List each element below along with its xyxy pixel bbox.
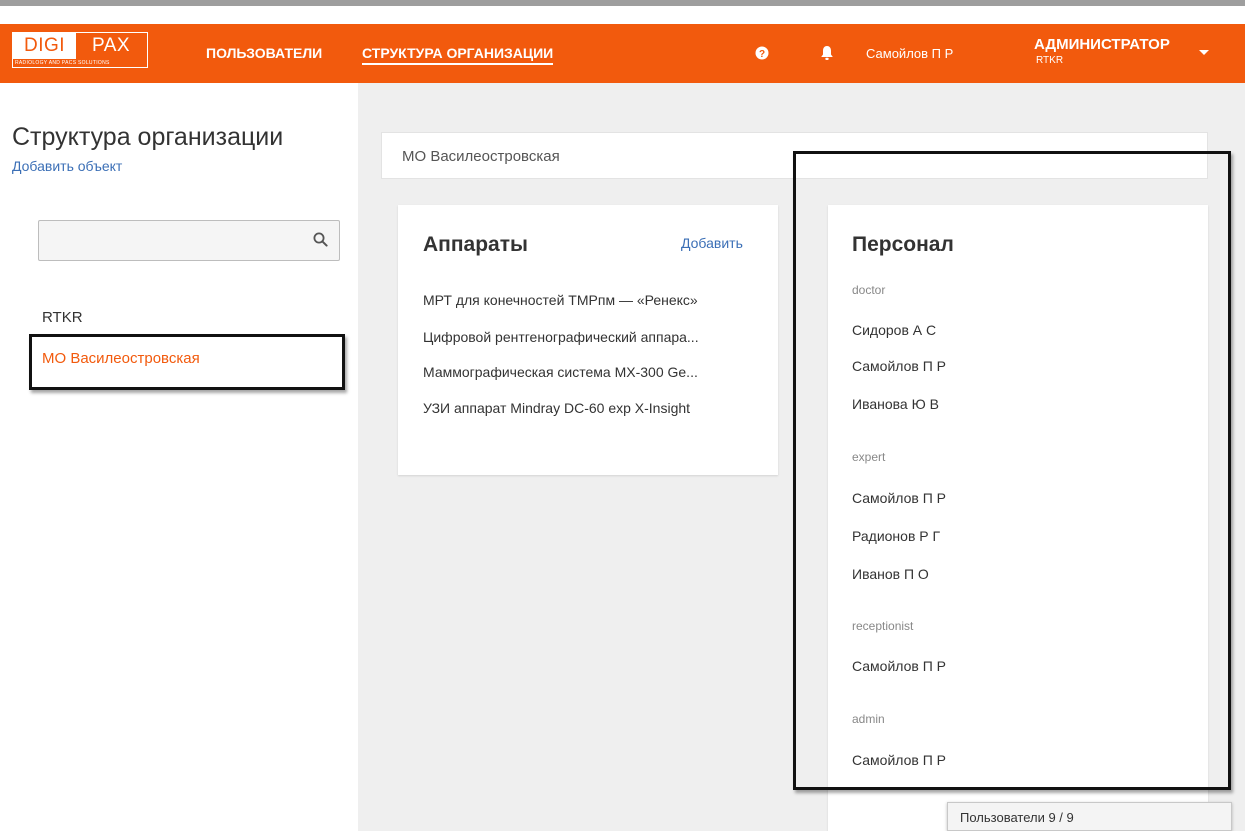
logo-tagline: RADIOLOGY AND PACS SOLUTIONS — [15, 60, 110, 66]
chevron-down-icon[interactable] — [1199, 50, 1209, 55]
search-input[interactable] — [39, 221, 319, 260]
page-title: Структура организации — [12, 123, 284, 151]
user-role[interactable]: АДМИНИСТРАТОР — [1034, 36, 1170, 53]
question-circle-icon[interactable]: ? — [755, 46, 769, 65]
logo-part-2: PAX — [91, 35, 131, 56]
users-count-label: Пользователи 9 / 9 — [960, 810, 1074, 825]
search-icon[interactable] — [313, 232, 328, 252]
add-device-link[interactable]: Добавить — [681, 235, 743, 252]
device-item[interactable]: УЗИ аппарат Mindray DC-60 exp X-Insight — [423, 400, 753, 417]
window-top-border — [0, 0, 1245, 10]
digipax-logo[interactable]: DIGI PAX RADIOLOGY AND PACS SOLUTIONS — [12, 32, 148, 68]
tree-item-rtkr[interactable]: RTKR — [42, 309, 83, 327]
selection-highlight-box — [29, 334, 345, 390]
tree-search[interactable] — [38, 220, 340, 261]
nav-users[interactable]: ПОЛЬЗОВАТЕЛИ — [206, 44, 322, 62]
device-item[interactable]: Маммографическая система MX-300 Ge... — [423, 364, 753, 381]
staff-highlight-box — [793, 151, 1231, 790]
svg-text:?: ? — [759, 49, 765, 60]
bell-icon[interactable] — [820, 45, 834, 66]
add-object-link[interactable]: Добавить объект — [12, 158, 122, 175]
top-navbar: DIGI PAX RADIOLOGY AND PACS SOLUTIONS ПО… — [0, 24, 1245, 83]
user-org-code: RTKR — [1036, 55, 1064, 66]
device-item[interactable]: МРТ для конечностей ТМРпм — «Ренекс» — [423, 292, 753, 309]
devices-card: Аппараты Добавить МРТ для конечностей ТМ… — [398, 205, 778, 475]
devices-title: Аппараты — [423, 233, 528, 256]
sidebar — [0, 83, 358, 831]
nav-org-structure[interactable]: СТРУКТУРА ОРГАНИЗАЦИИ — [362, 44, 554, 65]
users-count-status: Пользователи 9 / 9 — [947, 802, 1232, 831]
current-user-name[interactable]: Самойлов П Р — [866, 46, 953, 62]
breadcrumb-current: МО Василеостровская — [402, 148, 560, 165]
logo-part-1: DIGI — [13, 33, 76, 59]
device-item[interactable]: Цифровой рентгенографический аппара... — [423, 329, 753, 346]
